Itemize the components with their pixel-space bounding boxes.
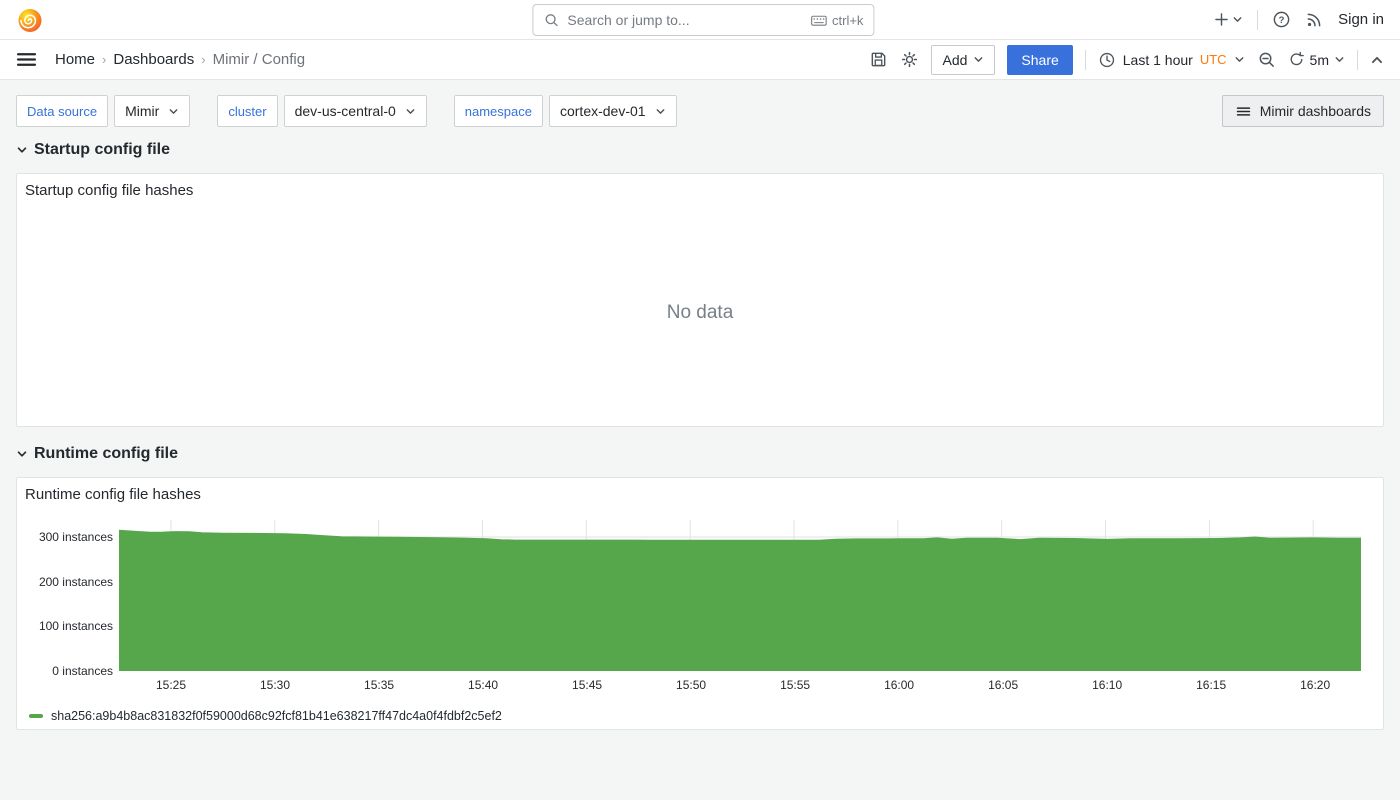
panel-title[interactable]: Runtime config file hashes: [17, 478, 1383, 503]
list-icon: [1235, 103, 1252, 120]
section-title: Startup config file: [34, 141, 170, 159]
help-icon: [1272, 10, 1291, 29]
x-axis-tick-label: 15:40: [453, 678, 513, 692]
dashboard-toolbar-bar: Home › Dashboards › Mimir / Config Add S…: [0, 40, 1400, 80]
clock-icon: [1098, 51, 1116, 69]
x-axis-tick-label: 15:50: [661, 678, 721, 692]
search-icon: [543, 12, 559, 28]
divider: [1257, 10, 1258, 30]
x-axis-tick-label: 15:55: [765, 678, 825, 692]
share-button[interactable]: Share: [1007, 45, 1072, 75]
panel-title[interactable]: Startup config file hashes: [17, 174, 1383, 199]
sign-in-link[interactable]: Sign in: [1338, 11, 1384, 28]
search-placeholder: Search or jump to...: [567, 12, 802, 28]
mega-menu-toggle[interactable]: [16, 49, 37, 70]
cluster-variable: cluster dev-us-central-0: [217, 95, 426, 127]
dashboard-settings-button[interactable]: [900, 50, 919, 69]
row-runtime-config-file[interactable]: Runtime config file: [16, 440, 1384, 468]
save-dashboard-button[interactable]: [869, 50, 888, 69]
chevron-right-icon: ›: [102, 52, 106, 67]
namespace-variable-label[interactable]: namespace: [454, 95, 543, 127]
refresh-icon: [1288, 51, 1305, 68]
no-data-message: No data: [17, 199, 1383, 426]
collapse-toolbar-button[interactable]: [1370, 53, 1384, 67]
cluster-variable-select[interactable]: dev-us-central-0: [284, 95, 427, 127]
chevron-down-icon: [655, 106, 666, 117]
search-input[interactable]: Search or jump to... ctrl+k: [532, 4, 874, 36]
chart-y-axis: 0 instances100 instances200 instances300…: [17, 520, 113, 671]
zoom-out-time-button[interactable]: [1257, 50, 1276, 69]
news-icon: [1305, 10, 1324, 29]
refresh-interval-label: 5m: [1310, 52, 1329, 68]
x-axis-tick-label: 15:30: [245, 678, 305, 692]
legend-series-label: sha256:a9b4b8ac831832f0f59000d68c92fcf81…: [51, 709, 502, 723]
keyboard-icon: [810, 12, 827, 29]
namespace-variable-select[interactable]: cortex-dev-01: [549, 95, 677, 127]
row-startup-config-file[interactable]: Startup config file: [16, 136, 1384, 164]
zoom-out-icon: [1257, 50, 1276, 69]
new-button[interactable]: [1213, 11, 1243, 28]
datasource-variable-select[interactable]: Mimir: [114, 95, 190, 127]
search-shortcut: ctrl+k: [810, 12, 863, 29]
plus-icon: [1213, 11, 1230, 28]
help-button[interactable]: [1272, 10, 1291, 29]
x-axis-tick-label: 16:15: [1181, 678, 1241, 692]
y-axis-tick-label: 0 instances: [52, 664, 113, 678]
legend-series-marker: [29, 714, 43, 718]
chevron-up-icon: [1370, 53, 1384, 67]
variables-row: Data source Mimir cluster dev-us-central…: [16, 95, 1384, 127]
breadcrumb-dashboards[interactable]: Dashboards: [113, 51, 194, 68]
namespace-variable: namespace cortex-dev-01: [454, 95, 677, 127]
section-title: Runtime config file: [34, 445, 178, 463]
area-chart: [119, 520, 1361, 671]
chevron-down-icon: [1334, 54, 1345, 65]
chevron-down-icon: [168, 106, 179, 117]
chevron-down-icon: [16, 144, 28, 156]
x-axis-tick-label: 15:45: [557, 678, 617, 692]
breadcrumb: Home › Dashboards › Mimir / Config: [55, 51, 305, 68]
chevron-down-icon: [1232, 14, 1243, 25]
chart-plot-area[interactable]: 15:2515:3015:3515:4015:4515:5015:5516:00…: [119, 520, 1361, 671]
x-axis-tick-label: 16:10: [1077, 678, 1137, 692]
cluster-variable-label[interactable]: cluster: [217, 95, 277, 127]
breadcrumb-current: Mimir / Config: [213, 51, 306, 68]
x-axis-tick-label: 15:35: [349, 678, 409, 692]
chevron-down-icon: [1234, 54, 1245, 65]
x-axis-tick-label: 15:25: [141, 678, 201, 692]
gear-icon: [900, 50, 919, 69]
mimir-dashboards-button[interactable]: Mimir dashboards: [1222, 95, 1384, 127]
menu-icon: [16, 49, 37, 70]
grafana-logo[interactable]: [16, 6, 44, 34]
top-nav-bar: Search or jump to... ctrl+k Sign in: [0, 0, 1400, 40]
divider: [1357, 50, 1358, 70]
y-axis-tick-label: 100 instances: [39, 619, 113, 633]
panel-runtime-config-file-hashes: Runtime config file hashes 0 instances 10…: [16, 477, 1384, 730]
timezone-label: UTC: [1200, 52, 1227, 67]
time-range-label: Last 1 hour: [1123, 52, 1193, 68]
x-axis-tick-label: 16:00: [869, 678, 929, 692]
save-icon: [869, 50, 888, 69]
breadcrumb-home[interactable]: Home: [55, 51, 95, 68]
chevron-down-icon: [405, 106, 416, 117]
legend-item[interactable]: sha256:a9b4b8ac831832f0f59000d68c92fcf81…: [29, 709, 502, 723]
datasource-variable-label[interactable]: Data source: [16, 95, 108, 127]
chevron-down-icon: [973, 54, 984, 65]
chevron-down-icon: [16, 448, 28, 460]
x-axis-tick-label: 16:05: [973, 678, 1033, 692]
y-axis-tick-label: 200 instances: [39, 575, 113, 589]
news-button[interactable]: [1305, 10, 1324, 29]
panel-startup-config-file-hashes: Startup config file hashes No data: [16, 173, 1384, 427]
x-axis-tick-label: 16:20: [1285, 678, 1345, 692]
time-range-picker[interactable]: Last 1 hour UTC: [1098, 51, 1245, 69]
divider: [1085, 50, 1086, 70]
refresh-picker[interactable]: 5m: [1288, 51, 1345, 68]
datasource-variable: Data source Mimir: [16, 95, 190, 127]
chevron-right-icon: ›: [201, 52, 205, 67]
y-axis-tick-label: 300 instances: [39, 530, 113, 544]
add-panel-button[interactable]: Add: [931, 45, 995, 75]
